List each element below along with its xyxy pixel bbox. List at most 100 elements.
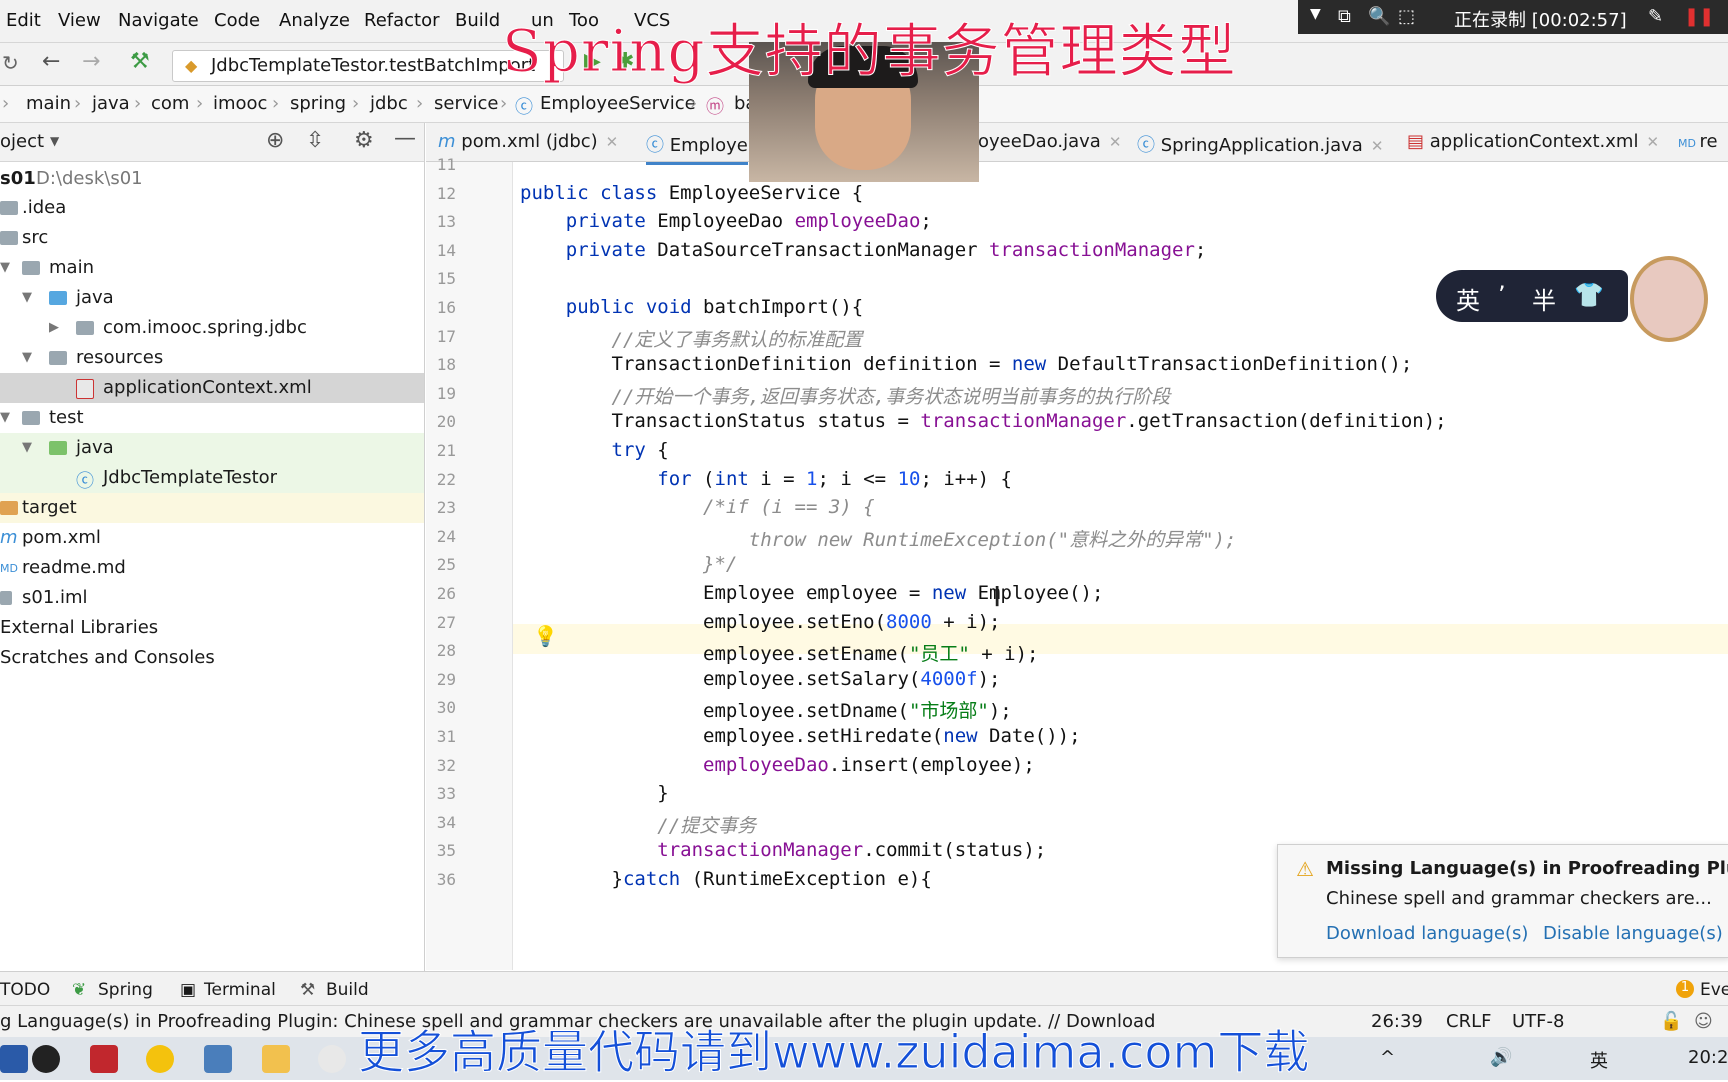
- breadcrumb-jdbc[interactable]: jdbc: [370, 93, 408, 114]
- tab-pom[interactable]: m pom.xml (jdbc) ✕: [438, 131, 618, 152]
- code-line[interactable]: private EmployeeDao employeeDao;: [520, 210, 932, 232]
- tree-item-src[interactable]: src: [0, 223, 424, 253]
- locate-icon[interactable]: ⊕: [266, 128, 284, 153]
- tree-item-package[interactable]: ▶ com.imooc.spring.jdbc: [0, 313, 424, 343]
- recorder-app-icon[interactable]: [32, 1045, 60, 1073]
- tree-item-java[interactable]: ▼ java: [0, 283, 424, 313]
- taskbar-ime[interactable]: 英: [1590, 1047, 1608, 1073]
- build-hammer-icon[interactable]: ⚒: [130, 49, 150, 74]
- code-line[interactable]: employee.setDname("市场部");: [520, 696, 1012, 723]
- file-explorer-icon[interactable]: [262, 1045, 290, 1073]
- tab-application-context[interactable]: ▤ applicationContext.xml ✕: [1407, 131, 1659, 152]
- event-log-button[interactable]: Eve: [1700, 980, 1728, 1000]
- close-icon[interactable]: ✕: [1646, 133, 1659, 151]
- menu-edit[interactable]: Edit: [6, 10, 41, 31]
- code-line[interactable]: employee.setEname("员工" + i);: [520, 639, 1038, 666]
- chrome-icon[interactable]: [146, 1045, 174, 1073]
- tree-item-external-libraries[interactable]: External Libraries: [0, 613, 424, 643]
- collapse-arrow-icon[interactable]: ▶: [49, 320, 59, 335]
- pen-icon[interactable]: ✎: [1648, 6, 1663, 27]
- start-icon[interactable]: [0, 1045, 28, 1073]
- ime-toolbar[interactable]: 英 ʼ 半 👕: [1436, 270, 1628, 322]
- code-line[interactable]: throw new RuntimeException("意料之外的异常");: [520, 525, 1237, 552]
- code-line[interactable]: }: [520, 782, 668, 804]
- breadcrumb-java[interactable]: java: [92, 93, 130, 114]
- menu-refactor[interactable]: Refactor: [364, 10, 440, 31]
- caret-position[interactable]: 26:39: [1371, 1011, 1423, 1032]
- code-line[interactable]: employee.setSalary(4000f);: [520, 668, 1000, 690]
- forward-icon[interactable]: →: [82, 49, 100, 74]
- breadcrumb-imooc[interactable]: imooc: [213, 93, 267, 114]
- spring-tool-button[interactable]: Spring: [98, 980, 153, 1000]
- region-icon[interactable]: ⬚: [1398, 6, 1415, 27]
- ime-lang[interactable]: 英: [1456, 281, 1480, 316]
- project-view-selector[interactable]: oject: [0, 131, 44, 152]
- tab-employee-service[interactable]: ⓒ Employe: [646, 131, 748, 165]
- app-icon[interactable]: [204, 1045, 232, 1073]
- chevron-down-icon[interactable]: ▼: [50, 134, 59, 148]
- terminal-tool-button[interactable]: Terminal: [204, 980, 276, 1000]
- code-line[interactable]: try {: [520, 439, 669, 461]
- inspector-icon[interactable]: ☺: [1694, 1011, 1713, 1032]
- code-line[interactable]: //提交事务: [520, 811, 756, 838]
- shirt-icon[interactable]: 👕: [1574, 281, 1604, 309]
- expand-arrow-icon[interactable]: ▼: [22, 290, 32, 305]
- minimize-icon[interactable]: —: [394, 126, 416, 151]
- app-icon-2[interactable]: [318, 1045, 346, 1073]
- ime-width[interactable]: 半: [1532, 281, 1556, 316]
- tab-employee-dao[interactable]: oyeeDao.java ✕: [978, 131, 1121, 152]
- menu-build[interactable]: Build: [455, 10, 500, 31]
- download-language-link[interactable]: Download language(s): [1326, 923, 1528, 944]
- disable-language-link[interactable]: Disable language(s): [1543, 923, 1723, 944]
- code-line[interactable]: public class EmployeeService {: [520, 182, 863, 204]
- intellij-icon[interactable]: [90, 1045, 118, 1073]
- zoom-icon[interactable]: 🔍: [1368, 6, 1390, 27]
- tree-item-resources[interactable]: ▼ resources: [0, 343, 424, 373]
- tree-item-scratches[interactable]: Scratches and Consoles: [0, 643, 424, 673]
- sync-icon[interactable]: ↻: [2, 51, 19, 75]
- code-line[interactable]: TransactionStatus status = transactionMa…: [520, 410, 1447, 432]
- tree-item-readme[interactable]: MD readme.md: [0, 553, 424, 583]
- expand-arrow-icon[interactable]: ▼: [22, 350, 32, 365]
- close-icon[interactable]: ✕: [1371, 137, 1384, 155]
- tree-item-test-java[interactable]: ▼ java: [0, 433, 424, 463]
- todo-tool-button[interactable]: TODO: [0, 980, 50, 1000]
- code-line[interactable]: //定义了事务默认的标准配置: [520, 325, 863, 352]
- tree-item-appcontext[interactable]: applicationContext.xml: [0, 373, 424, 403]
- code-line[interactable]: TransactionDefinition definition = new D…: [520, 353, 1413, 375]
- code-line[interactable]: Employee employee = new Employee();: [520, 582, 1103, 604]
- menu-view[interactable]: View: [58, 10, 101, 31]
- tree-item-idea[interactable]: .idea: [0, 193, 424, 223]
- breadcrumb-com[interactable]: com: [151, 93, 189, 114]
- tree-item-pom[interactable]: m pom.xml: [0, 523, 424, 553]
- code-line[interactable]: }*/: [520, 553, 737, 575]
- expand-arrow-icon[interactable]: ▼: [0, 410, 10, 425]
- breadcrumb-main[interactable]: main: [26, 93, 71, 114]
- tree-item-target[interactable]: target: [0, 493, 424, 523]
- expand-arrow-icon[interactable]: ▼: [22, 440, 32, 455]
- window-icon[interactable]: ⧉: [1338, 6, 1351, 27]
- close-icon[interactable]: ✕: [606, 133, 619, 151]
- code-line[interactable]: /*if (i == 3) {: [520, 496, 875, 518]
- lightbulb-icon[interactable]: 💡: [533, 624, 558, 648]
- dropdown-icon[interactable]: ▼: [1310, 6, 1321, 22]
- code-line[interactable]: //开始一个事务,返回事务状态,事务状态说明当前事务的执行阶段: [520, 382, 1171, 409]
- tree-item-testor[interactable]: ⓒ JdbcTemplateTestor: [0, 463, 424, 493]
- tree-item-iml[interactable]: s01.iml: [0, 583, 424, 613]
- code-line[interactable]: employee.setHiredate(new Date());: [520, 725, 1081, 747]
- back-icon[interactable]: ←: [42, 49, 60, 74]
- breadcrumb-spring[interactable]: spring: [290, 93, 346, 114]
- lock-icon[interactable]: 🔓: [1660, 1011, 1682, 1032]
- tray-chevron-icon[interactable]: ^: [1380, 1047, 1395, 1068]
- expand-arrow-icon[interactable]: ▼: [0, 260, 10, 275]
- breadcrumb-class[interactable]: EmployeeService: [540, 93, 696, 114]
- speaker-icon[interactable]: 🔊: [1490, 1047, 1512, 1068]
- tab-readme[interactable]: MD re: [1678, 131, 1718, 152]
- menu-analyze[interactable]: Analyze: [279, 10, 350, 31]
- code-line[interactable]: for (int i = 1; i <= 10; i++) {: [520, 468, 1012, 490]
- file-encoding[interactable]: UTF-8: [1512, 1011, 1564, 1032]
- tree-item-main[interactable]: ▼ main: [0, 253, 424, 283]
- menu-navigate[interactable]: Navigate: [118, 10, 199, 31]
- code-line[interactable]: private DataSourceTransactionManager tra…: [520, 239, 1207, 261]
- stop-icon[interactable]: ❚❚: [1684, 6, 1714, 27]
